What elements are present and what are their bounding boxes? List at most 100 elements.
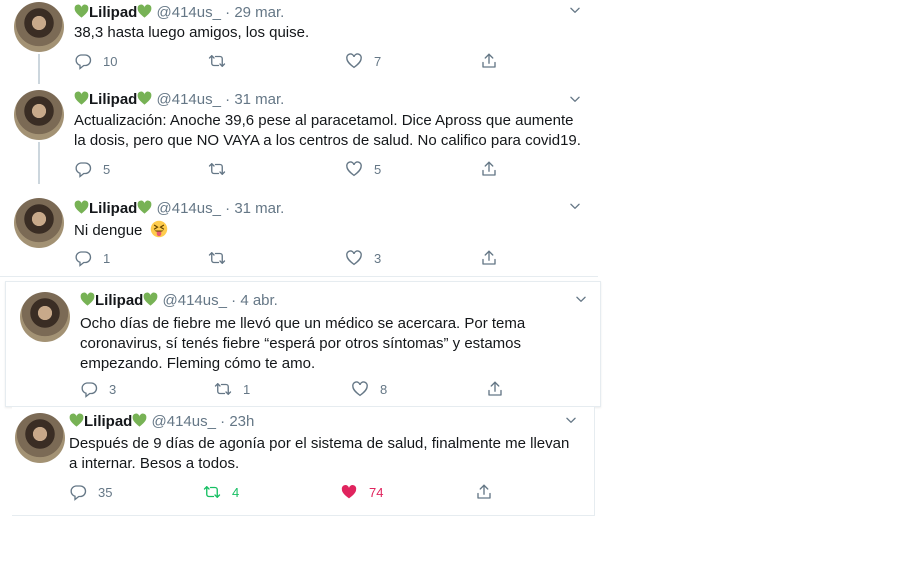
- tweet-header: Lilipad @414us_ · 23h: [69, 413, 254, 430]
- like-count: 8: [380, 381, 388, 397]
- reply-button[interactable]: 3: [80, 379, 116, 399]
- like-button[interactable]: 3: [345, 248, 381, 268]
- avatar[interactable]: [14, 2, 64, 52]
- tweet-text: Ocho días de fiebre me llevó que un médi…: [80, 315, 526, 372]
- tweet-text: 38,3 hasta luego amigos, los quise.: [74, 24, 310, 41]
- reply-button[interactable]: 35: [69, 482, 112, 502]
- tweet-actions: 1 3: [74, 248, 514, 268]
- tweet-actions: 5 5: [74, 159, 514, 179]
- squinting-face-tongue-icon: [150, 220, 167, 238]
- green-heart-icon: [69, 413, 84, 427]
- green-heart-icon: [74, 4, 89, 18]
- retweet-icon: [214, 380, 232, 398]
- share-icon: [480, 249, 498, 267]
- tweet-date[interactable]: 31 mar.: [234, 200, 284, 217]
- user-handle[interactable]: @414us_: [157, 91, 221, 108]
- tweet-date[interactable]: 29 mar.: [234, 4, 284, 21]
- reply-icon: [74, 160, 92, 178]
- tweet-date[interactable]: 31 mar.: [234, 91, 284, 108]
- reply-count: 1: [103, 250, 111, 266]
- retweet-icon: [208, 249, 226, 267]
- share-icon: [480, 52, 498, 70]
- tweet-header: Lilipad @414us_ · 4 abr.: [80, 292, 278, 309]
- reply-icon: [74, 52, 92, 70]
- like-icon: [351, 380, 369, 398]
- reply-count: 5: [103, 161, 111, 177]
- like-count: 3: [374, 250, 382, 266]
- retweet-count: 4: [232, 484, 240, 500]
- thread-connector: [38, 68, 40, 74]
- avatar[interactable]: [15, 413, 65, 463]
- user-handle[interactable]: @414us_: [163, 292, 227, 309]
- retweet-button[interactable]: [208, 159, 226, 179]
- tweet-actions: 10 7: [74, 51, 514, 71]
- chevron-down-icon[interactable]: [574, 292, 588, 306]
- share-button[interactable]: [480, 51, 498, 71]
- like-button[interactable]: 7: [345, 51, 381, 71]
- like-icon: [345, 249, 363, 267]
- separator-dot: ·: [225, 4, 231, 21]
- tweet-header: Lilipad @414us_ · 31 mar.: [74, 200, 284, 217]
- thread-connector: [38, 142, 40, 184]
- retweet-icon: [208, 160, 226, 178]
- avatar[interactable]: [14, 198, 64, 248]
- retweet-button[interactable]: [208, 248, 226, 268]
- retweet-button[interactable]: 1: [214, 379, 250, 399]
- reply-icon: [74, 249, 92, 267]
- display-name[interactable]: Lilipad: [89, 200, 137, 217]
- display-name[interactable]: Lilipad: [89, 4, 137, 21]
- chevron-down-icon[interactable]: [568, 199, 582, 213]
- user-handle[interactable]: @414us_: [157, 200, 221, 217]
- retweet-button[interactable]: 4: [203, 482, 239, 502]
- green-heart-icon: [137, 91, 152, 105]
- display-name[interactable]: Lilipad: [89, 91, 137, 108]
- like-count: 7: [374, 53, 382, 69]
- user-handle[interactable]: @414us_: [152, 413, 216, 430]
- tweet-header: Lilipad @414us_ · 29 mar.: [74, 4, 284, 21]
- display-name[interactable]: Lilipad: [84, 413, 132, 430]
- tweet-card[interactable]: Lilipad @414us_ · 23h Después de 9 días …: [12, 407, 595, 516]
- like-count: 74: [369, 484, 384, 500]
- like-button[interactable]: 8: [351, 379, 387, 399]
- green-heart-icon: [132, 413, 147, 427]
- reply-icon: [80, 380, 98, 398]
- reply-button[interactable]: 10: [74, 51, 117, 71]
- chevron-down-icon[interactable]: [568, 92, 582, 106]
- share-button[interactable]: [475, 482, 493, 502]
- share-button[interactable]: [480, 159, 498, 179]
- green-heart-icon: [74, 200, 89, 214]
- separator-dot: ·: [231, 292, 237, 309]
- reply-button[interactable]: 1: [74, 248, 110, 268]
- separator-dot: ·: [225, 200, 231, 217]
- tweet-date[interactable]: 23h: [229, 413, 254, 430]
- tweet-card[interactable]: Lilipad @414us_ · 31 mar. Actualización:…: [0, 68, 598, 184]
- chevron-down-icon[interactable]: [564, 413, 578, 427]
- retweet-button[interactable]: [208, 51, 226, 71]
- tweet-date[interactable]: 4 abr.: [240, 292, 278, 309]
- tweet-card[interactable]: Lilipad @414us_ · 31 mar. Ni dengue 1 3: [0, 194, 598, 277]
- tweet-card[interactable]: Lilipad @414us_ · 4 abr. Ocho días de fi…: [5, 281, 601, 407]
- tweet-card[interactable]: Lilipad @414us_ · 29 mar. 38,3 hasta lue…: [0, 0, 598, 90]
- like-button[interactable]: 74: [340, 482, 383, 502]
- display-name[interactable]: Lilipad: [95, 292, 143, 309]
- reply-count: 10: [103, 53, 118, 69]
- reply-count: 35: [98, 484, 113, 500]
- avatar[interactable]: [20, 292, 70, 342]
- like-icon: [345, 52, 363, 70]
- tweet-header: Lilipad @414us_ · 31 mar.: [74, 91, 284, 108]
- chevron-down-icon[interactable]: [568, 3, 582, 17]
- share-button[interactable]: [486, 379, 504, 399]
- share-icon: [486, 380, 504, 398]
- reply-icon: [69, 483, 87, 501]
- like-icon: [345, 160, 363, 178]
- reply-button[interactable]: 5: [74, 159, 110, 179]
- share-icon: [480, 160, 498, 178]
- share-button[interactable]: [480, 248, 498, 268]
- user-handle[interactable]: @414us_: [157, 4, 221, 21]
- avatar[interactable]: [14, 90, 64, 140]
- reply-count: 3: [109, 381, 117, 397]
- like-button[interactable]: 5: [345, 159, 381, 179]
- green-heart-icon: [74, 91, 89, 105]
- separator-dot: ·: [220, 413, 226, 430]
- green-heart-icon: [80, 292, 95, 306]
